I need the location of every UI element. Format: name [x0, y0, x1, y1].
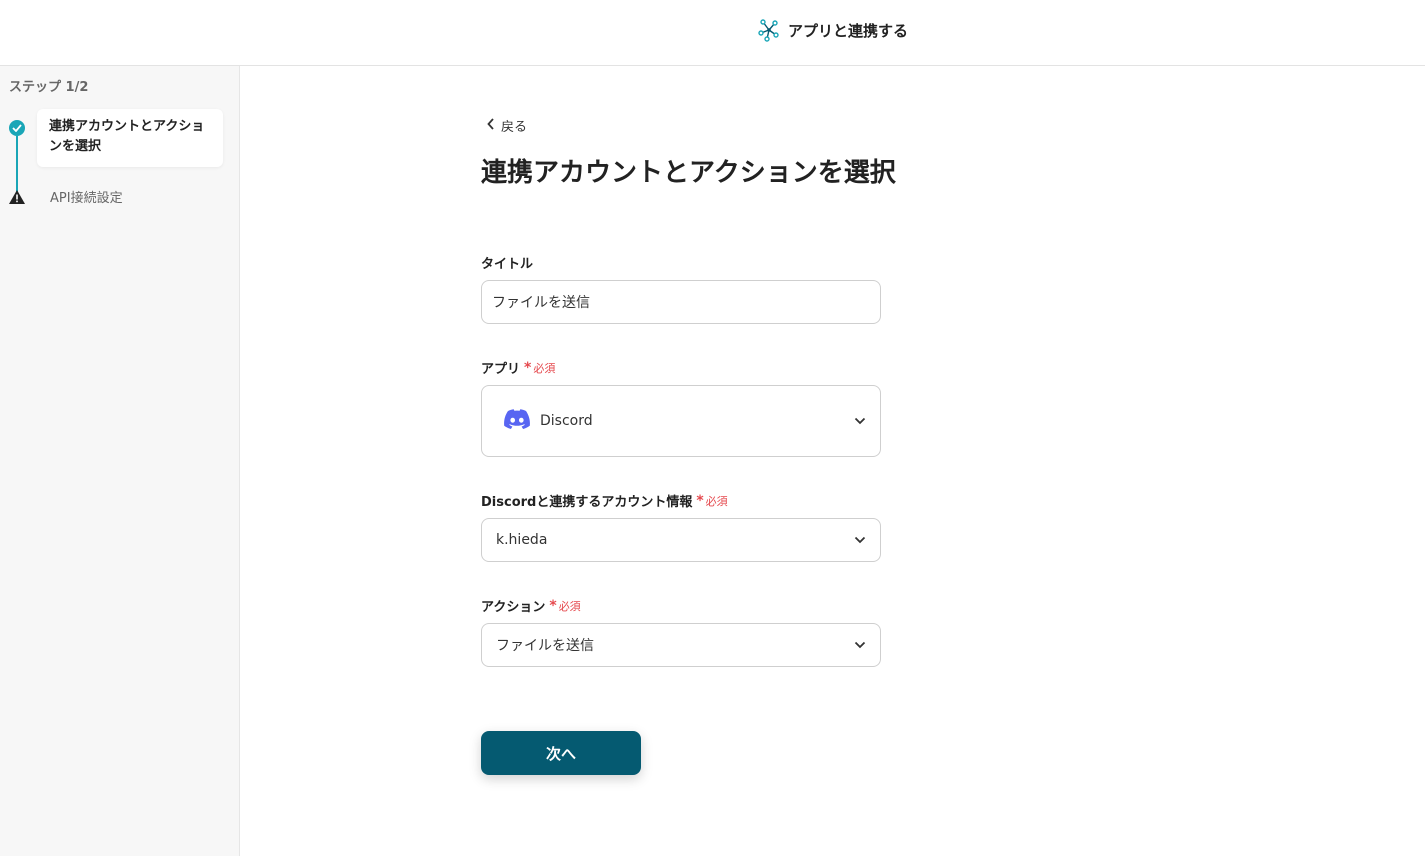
- check-circle-icon: [9, 120, 25, 136]
- required-badge: * 必須: [524, 359, 556, 376]
- warning-triangle-icon: [9, 189, 25, 204]
- chevron-left-icon: [487, 117, 495, 134]
- account-select-value: k.hieda: [496, 532, 548, 548]
- page-title: 連携アカウントとアクションを選択: [481, 158, 896, 188]
- chevron-down-icon: [854, 536, 866, 544]
- sidebar-step-api[interactable]: API接続設定: [50, 187, 123, 206]
- sidebar-step-select[interactable]: 連携アカウントとアクションを選択: [37, 109, 223, 167]
- step-connector: [16, 136, 18, 192]
- chevron-down-icon: [854, 417, 866, 425]
- sidebar: ステップ 1/2 連携アカウントとアクションを選択 API接続設定: [0, 66, 240, 856]
- account-label: Discordと連携するアカウント情報 * 必須: [481, 492, 728, 511]
- back-link[interactable]: 戻る: [487, 116, 527, 135]
- app-select[interactable]: Discord: [481, 385, 881, 457]
- app-label: アプリ * 必須: [481, 359, 556, 378]
- action-select-value: ファイルを送信: [496, 638, 594, 654]
- app-select-value: Discord: [540, 413, 593, 429]
- chevron-down-icon: [854, 641, 866, 649]
- nodes-icon: [758, 18, 780, 42]
- top-header: アプリと連携する: [0, 0, 1425, 66]
- next-button[interactable]: 次へ: [481, 731, 641, 775]
- header-title: アプリと連携する: [758, 18, 908, 42]
- account-select[interactable]: k.hieda: [481, 518, 881, 562]
- step-count: ステップ 1/2: [9, 80, 89, 95]
- header-title-text: アプリと連携する: [788, 21, 909, 40]
- title-label: タイトル: [481, 257, 534, 272]
- sidebar-step-label: 連携アカウントとアクションを選択: [49, 119, 205, 154]
- title-input[interactable]: ファイルを送信: [481, 280, 881, 324]
- title-input-value: ファイルを送信: [492, 295, 590, 311]
- discord-icon: [504, 409, 530, 433]
- action-label: アクション * 必須: [481, 597, 581, 616]
- back-label: 戻る: [501, 120, 528, 135]
- required-badge: * 必須: [696, 492, 728, 509]
- required-badge: * 必須: [549, 597, 581, 614]
- action-select[interactable]: ファイルを送信: [481, 623, 881, 667]
